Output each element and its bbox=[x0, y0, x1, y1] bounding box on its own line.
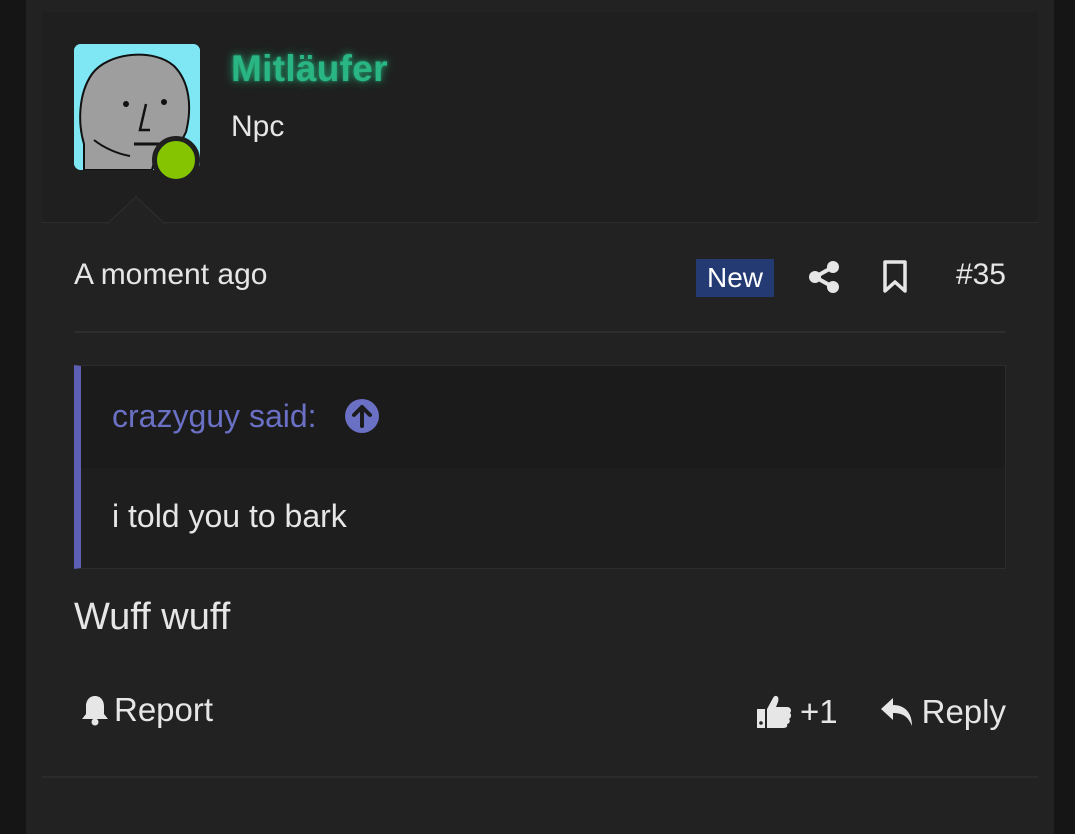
user-title: Npc bbox=[231, 110, 285, 143]
post-user-header: Mitläufer Npc bbox=[42, 12, 1038, 223]
avatar-wrapper[interactable] bbox=[74, 44, 202, 184]
like-count: +1 bbox=[800, 693, 838, 730]
username[interactable]: Mitläufer bbox=[231, 48, 388, 90]
quote-block: crazyguy said: i told you to bark bbox=[74, 365, 1006, 569]
post-timestamp[interactable]: A moment ago bbox=[74, 258, 267, 292]
reply-icon bbox=[880, 698, 912, 726]
post-container: Mitläufer Npc A moment ago New #35 crazy… bbox=[26, 0, 1054, 834]
new-badge: New bbox=[696, 259, 775, 297]
post-bottom-divider bbox=[42, 776, 1038, 778]
report-button[interactable]: Report bbox=[80, 688, 213, 732]
post-meta-bar: A moment ago New #35 bbox=[74, 254, 1006, 300]
share-icon[interactable] bbox=[808, 260, 840, 294]
quote-body: i told you to bark bbox=[112, 498, 347, 534]
online-status-dot bbox=[152, 136, 200, 184]
quote-header: crazyguy said: bbox=[81, 366, 1005, 468]
bell-icon bbox=[82, 696, 108, 726]
bookmark-icon[interactable] bbox=[882, 260, 908, 294]
post-message: Wuff wuff bbox=[74, 596, 231, 638]
meta-divider bbox=[74, 331, 1006, 333]
header-pointer-fill bbox=[108, 198, 164, 224]
arrow-circle-up-icon[interactable] bbox=[344, 398, 380, 434]
report-label: Report bbox=[114, 691, 214, 728]
quote-author[interactable]: crazyguy said: bbox=[112, 398, 317, 435]
post-actions: Report +1 Reply bbox=[74, 688, 1006, 734]
like-button[interactable]: +1 bbox=[756, 690, 838, 734]
post-number[interactable]: #35 bbox=[956, 258, 1006, 292]
thumbs-up-icon bbox=[757, 695, 792, 728]
reply-label: Reply bbox=[921, 693, 1006, 730]
reply-button[interactable]: Reply bbox=[880, 690, 1006, 734]
